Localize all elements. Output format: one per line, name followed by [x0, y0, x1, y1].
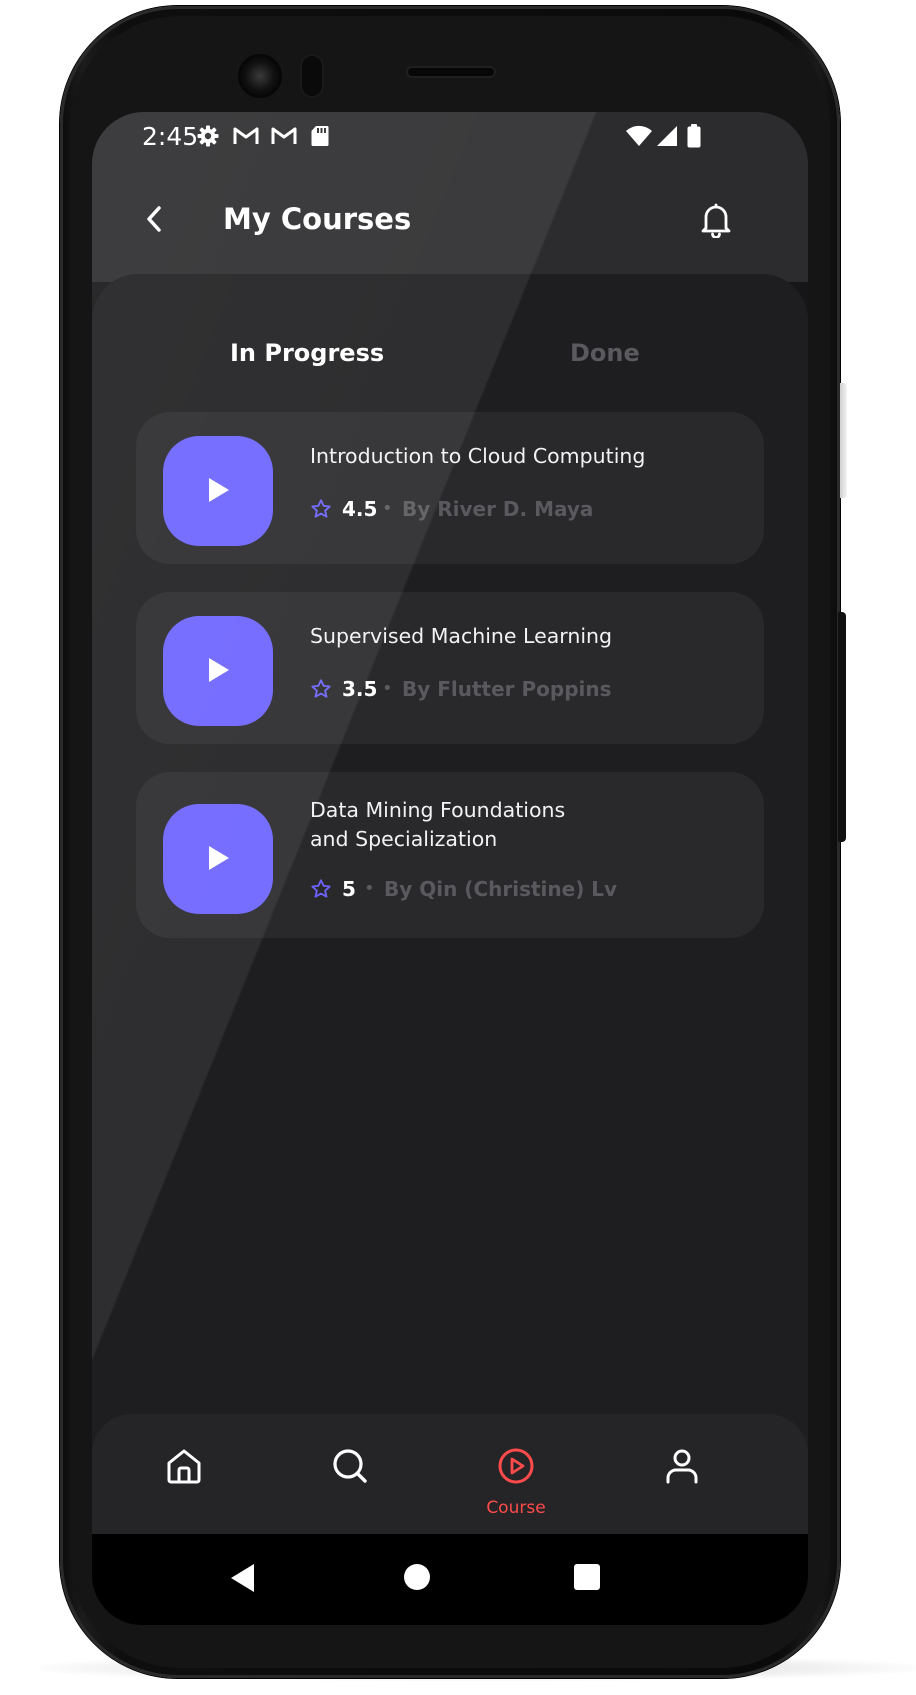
- home-icon: [167, 1449, 201, 1484]
- courses-content: In Progress Done Introduction to Cloud C…: [92, 274, 808, 1529]
- back-arrow-icon[interactable]: [144, 204, 166, 238]
- course-card[interactable]: Supervised Machine Learning 3.5 • By Flu…: [136, 592, 764, 744]
- battery-icon: [686, 124, 702, 152]
- nav-item-home[interactable]: [124, 1414, 244, 1534]
- play-icon: [209, 658, 229, 682]
- tab-in-progress[interactable]: In Progress: [230, 339, 384, 367]
- course-card[interactable]: Introduction to Cloud Computing 4.5 • By…: [136, 412, 764, 564]
- earpiece-speaker: [406, 66, 496, 78]
- status-bar: 2:45: [92, 112, 808, 162]
- course-card[interactable]: Data Mining Foundations and Specializati…: [136, 772, 764, 938]
- nav-item-label: Course: [486, 1498, 546, 1518]
- page-title: My Courses: [223, 202, 412, 236]
- system-navigation-bar: [92, 1534, 808, 1625]
- course-title: Data Mining Foundations and Specializati…: [310, 798, 566, 851]
- play-icon: [209, 478, 229, 502]
- nav-item-course[interactable]: Course: [456, 1414, 576, 1534]
- course-title: Introduction to Cloud Computing: [310, 444, 646, 468]
- course-play-button[interactable]: [163, 804, 273, 914]
- wifi-icon: [625, 124, 653, 152]
- phone-side-button: [840, 383, 847, 498]
- sd-card-icon: [310, 124, 330, 152]
- meta-separator-dot-icon: •: [382, 678, 393, 699]
- course-author: By Flutter Poppins: [402, 677, 612, 701]
- course-rating: 4.5: [342, 497, 378, 521]
- notification-bell-icon[interactable]: [700, 202, 732, 242]
- course-rating: 5: [342, 877, 356, 901]
- course-play-button[interactable]: [163, 436, 273, 546]
- system-home-icon[interactable]: [402, 1562, 432, 1596]
- app-bar: My Courses: [92, 162, 808, 282]
- cellular-signal-icon: [655, 124, 679, 152]
- tab-done[interactable]: Done: [570, 339, 640, 367]
- nav-item-profile[interactable]: [622, 1414, 742, 1534]
- play-icon: [209, 846, 229, 870]
- settings-gear-icon: [196, 124, 220, 152]
- bottom-navigation: Course: [92, 1414, 808, 1534]
- course-rating: 3.5: [342, 677, 378, 701]
- proximity-sensor: [300, 54, 324, 98]
- front-camera: [238, 54, 282, 98]
- profile-icon: [666, 1449, 698, 1484]
- course-author: By River D. Maya: [402, 497, 594, 521]
- system-recents-icon[interactable]: [573, 1563, 601, 1595]
- nav-item-search[interactable]: [290, 1414, 410, 1534]
- star-icon: [310, 678, 332, 704]
- play-circle-icon: [498, 1448, 534, 1484]
- system-back-icon[interactable]: [228, 1562, 258, 1598]
- meta-separator-dot-icon: •: [382, 498, 393, 519]
- star-icon: [310, 498, 332, 524]
- phone-screen: 2:45 My Courses In Progress Done Introdu…: [92, 112, 808, 1625]
- course-title: Supervised Machine Learning: [310, 624, 613, 648]
- star-icon: [310, 878, 332, 904]
- meta-separator-dot-icon: •: [364, 878, 375, 899]
- search-icon: [333, 1449, 367, 1483]
- gmail-icon: [270, 124, 298, 152]
- status-time: 2:45: [142, 122, 199, 151]
- course-play-button[interactable]: [163, 616, 273, 726]
- phone-power-button: [838, 612, 846, 842]
- course-author: By Qin (Christine) Lv: [384, 877, 618, 901]
- gmail-icon: [232, 124, 260, 152]
